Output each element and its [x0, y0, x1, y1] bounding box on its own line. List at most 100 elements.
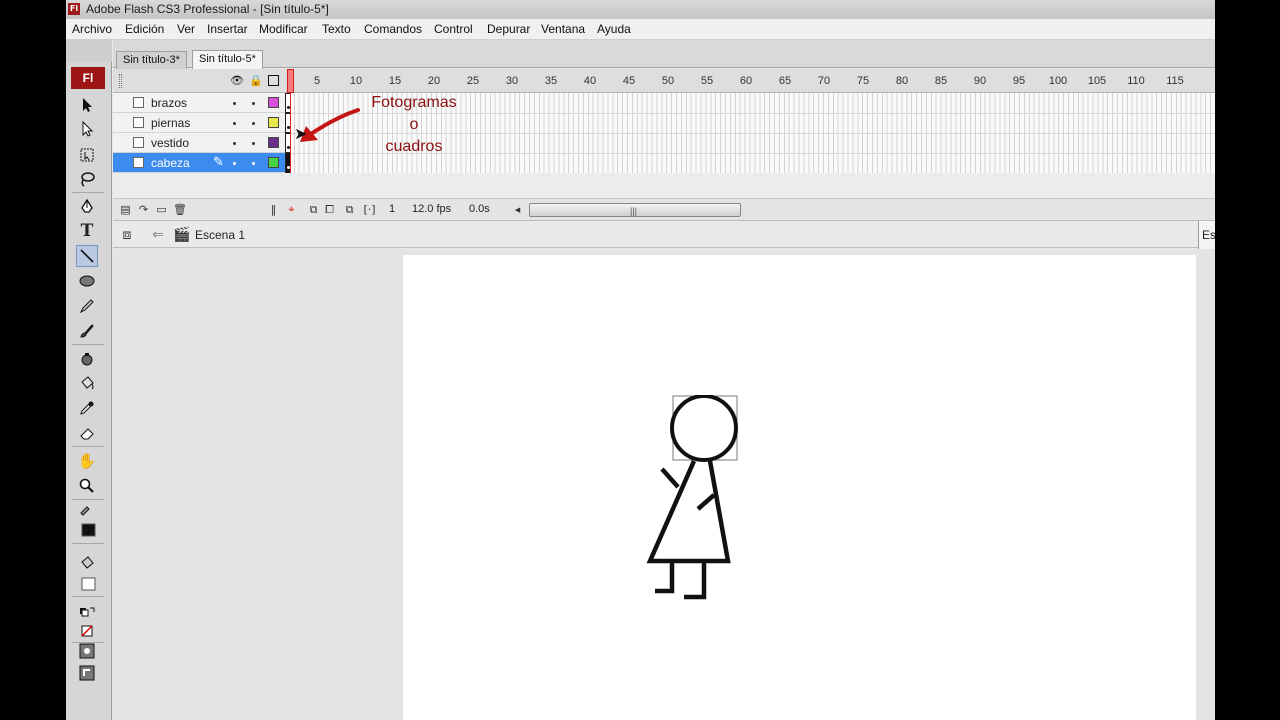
layer-row-piernas[interactable]: piernas [113, 113, 285, 133]
menu-edicion[interactable]: Edición [125, 22, 164, 36]
menu-texto[interactable]: Texto [322, 22, 351, 36]
clapper-icon: 🎬 [173, 227, 191, 243]
visibility-dot[interactable] [233, 102, 236, 105]
scroll-left-icon[interactable]: ◂ [511, 203, 524, 216]
fill-color-icon[interactable] [76, 552, 98, 574]
ruler-label: 85 [934, 75, 948, 87]
insert-layer-icon[interactable]: ▤ [119, 203, 132, 216]
layer-color-swatch[interactable] [268, 137, 279, 148]
tools-divider [72, 192, 104, 193]
ruler-label: 40 [583, 75, 597, 87]
layer-color-swatch[interactable] [268, 157, 279, 168]
ruler-label: 25 [466, 75, 480, 87]
scroll-thumb-grip: ||| [630, 206, 638, 216]
properties-panel-edge[interactable]: Esp [1198, 221, 1215, 249]
stick-figure-drawing[interactable] [638, 395, 758, 615]
flash-logo-icon: Fl [68, 3, 80, 15]
frame-ruler[interactable]: 5 10 15 20 25 30 35 40 45 50 55 60 65 70… [285, 69, 1215, 93]
layer-name: vestido [151, 136, 190, 150]
menu-ayuda[interactable]: Ayuda [597, 22, 631, 36]
tools-divider [72, 596, 104, 597]
head-shape [670, 395, 738, 462]
eye-icon[interactable]: 👁 [230, 75, 244, 87]
dress-shape [646, 460, 731, 564]
text-tool-icon[interactable]: T [76, 220, 98, 242]
lock-dot[interactable] [252, 102, 255, 105]
layer-color-swatch[interactable] [268, 117, 279, 128]
pencil-tool-icon[interactable] [76, 295, 98, 317]
timeline-grip[interactable] [119, 74, 122, 88]
oval-tool-icon[interactable] [76, 270, 98, 292]
visibility-dot[interactable] [233, 122, 236, 125]
layer-row-cabeza[interactable]: cabeza ✎ [113, 153, 285, 173]
onion-skin-icon[interactable]: ⧉ [307, 203, 320, 216]
menu-archivo[interactable]: Archivo [72, 22, 112, 36]
onion-skin-outlines-icon[interactable]: ⧠ [323, 203, 336, 216]
edit-multiple-frames-icon[interactable]: ⧉ [343, 203, 356, 216]
line-tool-icon[interactable] [76, 245, 98, 267]
ruler-label: 15 [388, 75, 402, 87]
timeline-scrollbar[interactable]: ||| [529, 203, 741, 217]
layer-row-brazos[interactable]: brazos [113, 93, 285, 113]
snap-option-icon[interactable] [76, 640, 98, 662]
menu-modificar[interactable]: Modificar [259, 22, 308, 36]
eraser-tool-icon[interactable] [76, 422, 98, 444]
pasteboard[interactable] [113, 249, 1215, 720]
selection-tool-icon[interactable] [76, 94, 98, 116]
menu-control[interactable]: Control [434, 22, 473, 36]
playhead-line [290, 93, 291, 173]
scene-label[interactable]: Escena 1 [195, 228, 245, 242]
delete-layer-icon[interactable]: 🗑 [173, 203, 187, 216]
splitter-icon[interactable]: ‖ [267, 203, 280, 216]
elapsed-time: 0.0s [469, 203, 490, 215]
ruler-label: 115 [1166, 75, 1184, 87]
ruler-label: 35 [544, 75, 558, 87]
menu-comandos[interactable]: Comandos [364, 22, 422, 36]
insert-folder-icon[interactable]: ▭ [155, 203, 168, 216]
layer-color-swatch[interactable] [268, 97, 279, 108]
menu-ventana[interactable]: Ventana [541, 22, 585, 36]
free-transform-tool-icon[interactable] [76, 144, 98, 166]
stage[interactable] [403, 255, 1196, 720]
menu-ver[interactable]: Ver [177, 22, 195, 36]
lock-icon[interactable]: 🔒 [249, 75, 263, 87]
layer-icon [133, 117, 144, 128]
tab-sin-titulo-5[interactable]: Sin título-5* [192, 50, 263, 69]
playhead[interactable] [287, 69, 294, 93]
tab-sin-titulo-3[interactable]: Sin título-3* [116, 51, 187, 69]
layer-row-vestido[interactable]: vestido [113, 133, 285, 153]
center-frame-icon[interactable]: ⌖ [285, 203, 298, 216]
tools-panel-grip[interactable] [66, 40, 112, 62]
back-arrow-icon[interactable]: ⇐ [149, 226, 167, 244]
brush-tool-icon[interactable] [76, 320, 98, 342]
add-motion-guide-icon[interactable]: ↷ [137, 203, 150, 216]
subselection-tool-icon[interactable] [76, 118, 98, 140]
eyedropper-tool-icon[interactable] [76, 397, 98, 419]
lock-dot[interactable] [252, 162, 255, 165]
lock-dot[interactable] [252, 122, 255, 125]
hand-tool-icon[interactable]: ✋ [76, 450, 98, 472]
scene-icon[interactable]: ⧈ [118, 226, 136, 244]
ink-bottle-tool-icon[interactable] [76, 348, 98, 370]
layer-name: brazos [151, 96, 188, 110]
zoom-tool-icon[interactable] [76, 475, 98, 497]
lasso-tool-icon[interactable] [76, 168, 98, 190]
pen-tool-icon[interactable] [76, 196, 98, 218]
window-title: Adobe Flash CS3 Professional - [Sin títu… [86, 2, 329, 16]
stroke-color-swatch[interactable] [76, 519, 98, 541]
document-area: Sin título-3* Sin título-5* 👁 🔒 5 10 15 … [113, 40, 1215, 720]
menu-insertar[interactable]: Insertar [207, 22, 248, 36]
lock-dot[interactable] [252, 142, 255, 145]
layer-icon [133, 137, 144, 148]
paint-bucket-tool-icon[interactable] [76, 372, 98, 394]
outline-icon[interactable] [268, 75, 279, 86]
smooth-option-icon[interactable] [76, 662, 98, 684]
modify-onion-markers-icon[interactable]: [·] [363, 203, 376, 216]
menu-depurar[interactable]: Depurar [487, 22, 530, 36]
pencil-icon: ✎ [213, 155, 224, 170]
visibility-dot[interactable] [233, 142, 236, 145]
document-tab-bar: Sin título-3* Sin título-5* [113, 40, 1215, 69]
fill-color-swatch[interactable] [76, 573, 98, 595]
visibility-dot[interactable] [233, 162, 236, 165]
layer-name: cabeza [151, 156, 190, 170]
